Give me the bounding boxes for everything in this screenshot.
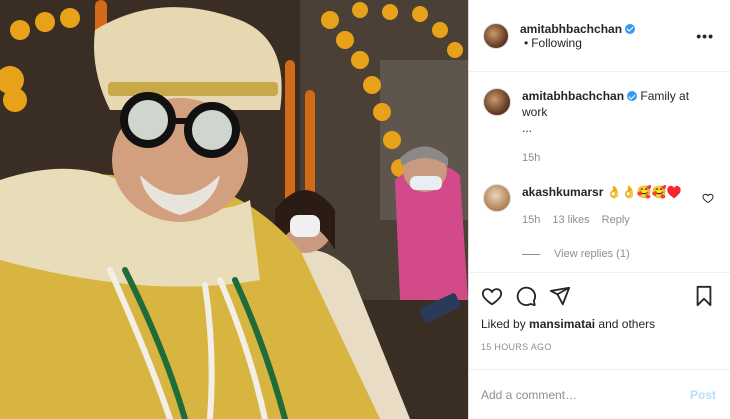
caption-row: amitabhbachchan Family at work ... 15h: [483, 88, 714, 166]
caption-time[interactable]: 15h: [522, 150, 540, 166]
photo-illustration: [0, 0, 468, 419]
caption-body: amitabhbachchan Family at work ... 15h: [522, 88, 714, 166]
comment-row: akashkumarsr 👌👌🥰🥰♥️ 15h 13 likes Reply: [483, 184, 714, 228]
action-icons: [481, 283, 714, 309]
separator-dot: •: [524, 35, 529, 50]
comment-time[interactable]: 15h: [522, 212, 540, 228]
more-options-icon[interactable]: •••: [696, 28, 714, 44]
comment-icon[interactable]: [515, 285, 537, 307]
commenter-avatar[interactable]: [483, 184, 511, 212]
post-actions: Liked by mansimatai and others 15 HOURS …: [469, 272, 730, 369]
liked-by-suffix[interactable]: and others: [598, 317, 655, 331]
likes-summary: Liked by mansimatai and others: [481, 317, 714, 331]
share-icon[interactable]: [549, 285, 571, 307]
liked-by-user[interactable]: mansimatai: [529, 317, 595, 331]
caption-avatar[interactable]: [483, 88, 511, 116]
bookmark-icon[interactable]: [694, 285, 714, 307]
comments-section: amitabhbachchan Family at work ... 15h a…: [469, 72, 730, 272]
post-comment-button[interactable]: Post: [690, 388, 716, 402]
post-side-panel: amitabhbachchan• Following ••• amitabhbac…: [468, 0, 730, 419]
comment-meta: 15h 13 likes Reply: [522, 212, 702, 228]
caption-continuation: ...: [522, 121, 533, 135]
following-button[interactable]: Following: [531, 36, 582, 50]
liked-by-prefix: Liked by: [481, 317, 526, 331]
verified-badge-icon: [627, 91, 638, 101]
post-photo[interactable]: [0, 0, 468, 419]
heart-icon[interactable]: [481, 285, 503, 307]
comment-username[interactable]: akashkumarsr: [522, 185, 603, 199]
verified-badge-icon: [625, 23, 636, 34]
comment-likes[interactable]: 13 likes: [552, 212, 589, 228]
comment-body: akashkumarsr 👌👌🥰🥰♥️ 15h 13 likes Reply: [522, 184, 702, 228]
view-replies-line: [522, 253, 540, 255]
comment-heart-icon[interactable]: [702, 192, 714, 204]
view-replies-button[interactable]: View replies (1): [522, 248, 714, 260]
instagram-post: amitabhbachchan• Following ••• amitabhbac…: [0, 0, 730, 419]
post-timestamp[interactable]: 15 HOURS AGO: [481, 342, 714, 352]
author-username[interactable]: amitabhbachchan: [520, 22, 622, 36]
comment-text: 👌👌🥰🥰♥️: [606, 185, 682, 199]
reply-button[interactable]: Reply: [602, 212, 630, 228]
comment-composer: Post: [469, 369, 730, 419]
comment-input[interactable]: [481, 387, 690, 402]
caption-meta: 15h: [522, 150, 714, 166]
view-replies-label: View replies (1): [554, 248, 630, 260]
author-avatar[interactable]: [483, 22, 509, 49]
caption-username[interactable]: amitabhbachchan: [522, 89, 624, 103]
post-header: amitabhbachchan• Following •••: [469, 0, 730, 72]
header-text: amitabhbachchan• Following: [520, 22, 696, 50]
